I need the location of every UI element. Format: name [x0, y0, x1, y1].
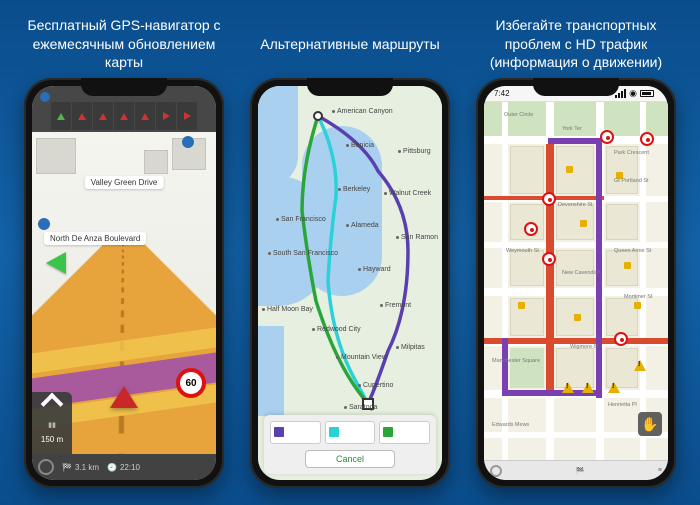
map-city-label: Milpitas [396, 344, 425, 351]
lane-arrow-icon [184, 112, 191, 120]
route-option[interactable]: 110 km1hr 4min [270, 421, 321, 444]
street-label: Manchester Square [492, 358, 540, 364]
street-label: Queen Anne St [614, 248, 651, 254]
notch-icon [81, 78, 167, 96]
warning-icon[interactable] [634, 360, 646, 371]
phone-1: Valley Green Drive North De Anza Bouleva… [24, 78, 224, 488]
warning-icon[interactable] [608, 382, 620, 393]
traffic-bottom-bar[interactable]: 🏁 ≡ [484, 460, 668, 480]
map-city-label: Pittsburg [398, 148, 431, 155]
street-label: Henrietta Pl [608, 402, 637, 408]
speed-gauge-icon [490, 465, 502, 477]
pan-mode-button[interactable]: ✋ [638, 412, 662, 436]
map-city-label: South San Francisco [268, 250, 338, 257]
street-label: Devonshire St [558, 202, 593, 208]
lane-arrow-icon [163, 112, 170, 120]
street-label: Mortimer St [624, 294, 652, 300]
screen-routes[interactable]: American Canyon Benicia Pittsburg Berkel… [258, 86, 442, 480]
route-color-swatch [383, 427, 393, 437]
notch-icon [533, 78, 619, 96]
position-cursor-icon [110, 386, 138, 408]
poi-icon [566, 166, 573, 173]
heading-3: Избегайте транспортных проблем с HD траф… [470, 14, 682, 74]
trip-distance: 🏁 3.1 km [62, 463, 99, 472]
map-city-label: Mountain View [336, 354, 387, 361]
panel-alt-routes: Альтернативные маршруты Ameri [244, 14, 456, 488]
incident-icon[interactable] [640, 132, 654, 146]
map-city-label: Redwood City [312, 326, 361, 333]
incident-icon[interactable] [600, 130, 614, 144]
street-label: Park Crescent [614, 150, 649, 156]
status-time: 7:42 [494, 89, 510, 98]
lane-arrow-icon [120, 113, 128, 120]
turn-distance: 150 m [32, 435, 72, 444]
map-city-label: Walnut Creek [384, 190, 431, 197]
trip-eta: 🕘 22:10 [107, 463, 140, 472]
notch-icon [307, 78, 393, 96]
map-city-label: Benicia [346, 142, 374, 149]
map-city-label: Half Moon Bay [262, 306, 313, 313]
map-city-label: San Francisco [276, 216, 326, 223]
lane-arrow-icon [141, 113, 149, 120]
street-label: Edwards Mews [492, 422, 529, 428]
parking-icon [182, 136, 194, 148]
route-option[interactable]: 119 km1hr 4min [325, 421, 376, 444]
poi-icon [574, 314, 581, 321]
heading-2: Альтернативные маршруты [244, 14, 456, 74]
map-city-label: San Ramon [396, 234, 438, 241]
route-options-panel: 110 km1hr 4min 119 km1hr 4min 115 km1hr … [264, 415, 436, 474]
panel-traffic: Избегайте транспортных проблем с HD траф… [470, 14, 682, 488]
lane-arrow-icon [78, 113, 86, 120]
incident-icon[interactable] [542, 192, 556, 206]
poi-icon [624, 262, 631, 269]
panel-gps-nav: Бесплатный GPS-навигатор с ежемесячным о… [18, 14, 230, 488]
wifi-icon: ◉ [629, 88, 637, 99]
phone-2: American Canyon Benicia Pittsburg Berkel… [250, 78, 450, 488]
poi-icon [634, 302, 641, 309]
street-label: North De Anza Boulevard [44, 232, 146, 245]
route-color-swatch [329, 427, 339, 437]
parking-icon [38, 218, 50, 230]
poi-icon [580, 220, 587, 227]
street-label: Weymouth St [506, 248, 539, 254]
street-label: Gt Portland St [614, 178, 649, 184]
screen-nav[interactable]: Valley Green Drive North De Anza Bouleva… [32, 86, 216, 480]
map-city-label: Alameda [346, 222, 379, 229]
map-city-label: American Canyon [332, 108, 393, 115]
street-label: Outer Circle [504, 112, 533, 118]
street-label: New Cavendish [562, 270, 601, 276]
map-city-label: Cupertino [358, 382, 393, 389]
speed-gauge-icon [38, 459, 54, 475]
map-city-label: Berkeley [338, 186, 370, 193]
incident-icon[interactable] [542, 252, 556, 266]
phone-3: 7:42 ◉ [476, 78, 676, 488]
turn-panel[interactable]: ▮▮ 150 m [32, 392, 72, 454]
screen-traffic[interactable]: 7:42 ◉ [484, 86, 668, 480]
incident-icon[interactable] [524, 222, 538, 236]
route-color-swatch [274, 427, 284, 437]
warning-icon[interactable] [582, 382, 594, 393]
street-label: Valley Green Drive [85, 176, 164, 189]
menu-icon[interactable]: ≡ [658, 467, 662, 474]
map-city-label: Saratoga [344, 404, 377, 411]
incident-icon[interactable] [614, 332, 628, 346]
warning-icon[interactable] [562, 382, 574, 393]
map-city-label: Hayward [358, 266, 391, 273]
turn-arrow-icon [46, 252, 66, 274]
poi-icon [518, 302, 525, 309]
route-option[interactable]: 115 km1hr 7min [379, 421, 430, 444]
nav-bottom-bar[interactable]: 🏁 3.1 km 🕘 22:10 [32, 454, 216, 480]
heading-1: Бесплатный GPS-навигатор с ежемесячным о… [18, 14, 230, 74]
turn-left-icon [41, 393, 64, 416]
lane-arrow-icon [57, 113, 65, 120]
street-label: Wigmore St [570, 344, 599, 350]
cancel-button[interactable]: Cancel [305, 450, 395, 468]
flag-icon: 🏁 [576, 467, 585, 475]
battery-icon [640, 90, 654, 97]
map-city-label: Fremont [380, 302, 411, 309]
traffic-map[interactable]: Outer Circle York Ter Park Crescent Gt P… [484, 102, 668, 460]
speed-limit-sign: 60 [176, 368, 206, 398]
street-label: York Ter [562, 126, 582, 132]
lane-arrow-icon [99, 113, 107, 120]
